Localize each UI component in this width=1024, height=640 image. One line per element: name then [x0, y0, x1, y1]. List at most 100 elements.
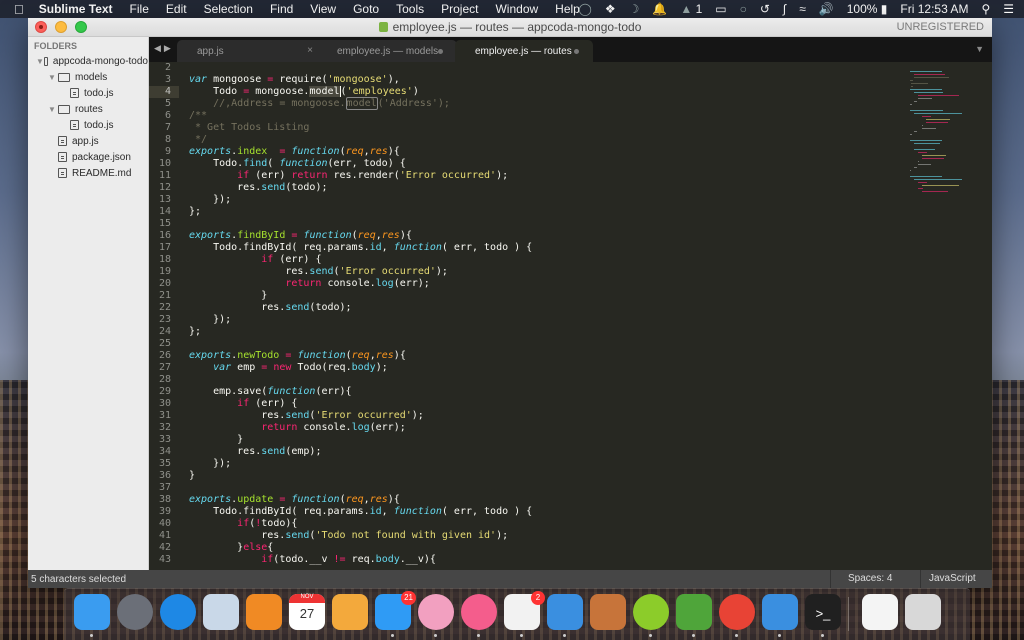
title-bar[interactable]: employee.js — routes — appcoda-mongo-tod… — [28, 18, 992, 37]
code-line[interactable]: 5 //,Address = mongoose.model('Address')… — [149, 97, 992, 110]
dock-app-downloads[interactable] — [862, 594, 898, 630]
code-line[interactable]: 40 if(!todo){ — [149, 518, 992, 530]
unsaved-dot-icon[interactable] — [438, 49, 443, 54]
indentation-setting[interactable]: Spaces: 4 — [830, 570, 920, 588]
dock-app-calendar[interactable]: 27 NOV — [289, 594, 325, 630]
app-menu[interactable]: Sublime Text — [39, 2, 113, 16]
code-line[interactable]: 16 exports.findById = function(req,res){ — [149, 230, 992, 242]
dock-app-xcode[interactable] — [547, 594, 583, 630]
time-machine-icon[interactable]: ↺ — [760, 2, 770, 16]
code-line[interactable]: 38 exports.update = function(req,res){ — [149, 494, 992, 506]
wifi-icon[interactable]: ≈ — [799, 2, 806, 16]
dock-app-itunes[interactable] — [461, 594, 497, 630]
notification-center-icon[interactable]: ☰ — [1003, 2, 1014, 16]
code-line[interactable]: 22 res.send(todo); — [149, 302, 992, 314]
dock-app-keynote[interactable] — [332, 594, 368, 630]
notification-count[interactable]: ▲ 1 — [680, 2, 702, 16]
minimap[interactable] — [892, 62, 992, 570]
code-line[interactable]: 32 return console.log(err); — [149, 422, 992, 434]
dock-app-photos[interactable] — [418, 594, 454, 630]
dock-app-simulator[interactable] — [762, 594, 798, 630]
code-line[interactable]: 36} — [149, 470, 992, 482]
disclosure-arrow-icon[interactable]: ▼ — [48, 73, 58, 82]
code-line[interactable]: 10 Todo.find( function(err, todo) { — [149, 158, 992, 170]
dock-app-pages[interactable] — [246, 594, 282, 630]
dock-app-trash[interactable] — [905, 594, 941, 630]
dock-app-lime[interactable] — [633, 594, 669, 630]
chat-bubble-icon[interactable]: ○ — [740, 2, 747, 16]
code-line[interactable]: 37 — [149, 482, 992, 494]
dock-app-chrome[interactable] — [719, 594, 755, 630]
disclosure-arrow-icon[interactable]: ▼ — [36, 57, 44, 66]
code-line[interactable]: 27 var emp = new Todo(req.body); — [149, 362, 992, 374]
bell-icon[interactable]: 🔔 — [652, 2, 667, 16]
code-line[interactable]: 20 return console.log(err); — [149, 278, 992, 290]
dock-app-coda[interactable] — [676, 594, 712, 630]
tab-list-dropdown-icon[interactable]: ▼ — [975, 44, 984, 54]
code-editor[interactable]: 2 3 var mongoose = require('mongoose'), 4 T… — [149, 62, 992, 570]
file-item[interactable]: package.json — [28, 149, 148, 165]
moon-icon[interactable]: ☽ — [629, 2, 640, 16]
tab-navigation-arrows[interactable]: ◀▶ — [154, 43, 174, 54]
folder-item[interactable]: ▼ appcoda-mongo-todo — [28, 53, 148, 69]
file-item[interactable]: app.js — [28, 133, 148, 149]
code-line[interactable]: 41 res.send('Todo not found with given i… — [149, 530, 992, 542]
dock-app-launchpad[interactable] — [117, 594, 153, 630]
dropbox-icon[interactable]: ❖ — [605, 2, 616, 16]
menu-file[interactable]: File — [130, 2, 149, 16]
bluetooth-icon[interactable]: ∫ — [783, 2, 786, 16]
dashlane-icon[interactable]: ◯ — [578, 2, 591, 16]
volume-icon[interactable]: 🔊 — [819, 2, 834, 16]
battery-status[interactable]: 100% ▮ — [847, 2, 888, 16]
dock-app-terminal[interactable]: >_ — [805, 594, 841, 630]
menu-tools[interactable]: Tools — [396, 2, 424, 16]
tab-app-js[interactable]: app.js × — [177, 40, 327, 62]
disclosure-arrow-icon[interactable]: ▼ — [48, 105, 58, 114]
menu-edit[interactable]: Edit — [166, 2, 187, 16]
code-line[interactable]: 34 res.send(emp); — [149, 446, 992, 458]
syntax-setting[interactable]: JavaScript — [920, 570, 992, 588]
file-item[interactable]: todo.js — [28, 85, 148, 101]
menu-project[interactable]: Project — [441, 2, 478, 16]
tab-employee-models[interactable]: employee.js — models — [317, 40, 457, 62]
code-line[interactable]: 7 * Get Todos Listing — [149, 122, 992, 134]
folder-item[interactable]: ▼ routes — [28, 101, 148, 117]
code-line[interactable]: 2 — [149, 62, 992, 74]
menu-help[interactable]: Help — [555, 2, 580, 16]
code-line[interactable]: 9 exports.index = function(req,res){ — [149, 146, 992, 158]
code-line[interactable]: 26 exports.newTodo = function(req,res){ — [149, 350, 992, 362]
file-item[interactable]: README.md — [28, 165, 148, 181]
file-item[interactable]: todo.js — [28, 117, 148, 133]
airplay-icon[interactable]: ▭ — [715, 2, 726, 16]
code-line[interactable]: 13 }); — [149, 194, 992, 206]
code-line[interactable]: 3 var mongoose = require('mongoose'), — [149, 74, 992, 86]
code-line[interactable]: 18 if (err) { — [149, 254, 992, 266]
folder-item[interactable]: ▼ models — [28, 69, 148, 85]
code-line[interactable]: 28 — [149, 374, 992, 386]
code-line[interactable]: 21 } — [149, 290, 992, 302]
menu-window[interactable]: Window — [495, 2, 538, 16]
menu-goto[interactable]: Goto — [353, 2, 379, 16]
code-line[interactable]: 30 if (err) { — [149, 398, 992, 410]
dock-app-mail[interactable] — [203, 594, 239, 630]
code-line[interactable]: 43 if(todo.__v != req.body.__v){ — [149, 554, 992, 566]
code-line[interactable]: 33 } — [149, 434, 992, 446]
dock-app-messages[interactable]: 21 — [375, 591, 416, 630]
menu-view[interactable]: View — [310, 2, 336, 16]
spotlight-search-icon[interactable]: ⚲ — [981, 2, 990, 16]
dock-app-finder[interactable] — [74, 594, 110, 630]
apple-menu-icon[interactable]:  — [14, 2, 24, 17]
clock[interactable]: Fri 12:53 AM — [900, 2, 968, 16]
code-line[interactable]: 14}; — [149, 206, 992, 218]
code-line[interactable]: 15 — [149, 218, 992, 230]
tab-employee-routes[interactable]: employee.js — routes — [455, 40, 593, 62]
code-line[interactable]: 24}; — [149, 326, 992, 338]
dock-app-preview[interactable] — [590, 594, 626, 630]
unsaved-dot-icon[interactable] — [574, 49, 579, 54]
code-line[interactable]: 29 emp.save(function(err){ — [149, 386, 992, 398]
menu-selection[interactable]: Selection — [204, 2, 253, 16]
code-line[interactable]: 8 */ — [149, 134, 992, 146]
code-line[interactable]: 35 }); — [149, 458, 992, 470]
dock-app-slack[interactable]: 2 — [504, 591, 545, 630]
code-line[interactable]: 25 — [149, 338, 992, 350]
